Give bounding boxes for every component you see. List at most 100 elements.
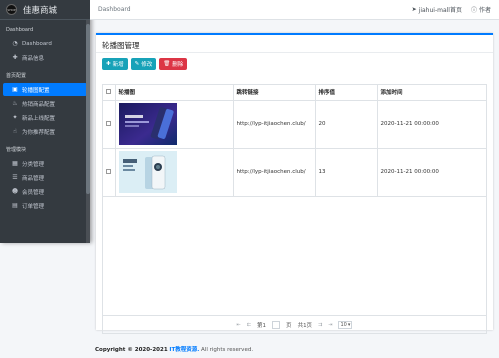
carousel-image-1 <box>118 103 177 145</box>
grid-icon: ▦ <box>12 159 18 167</box>
time-cell: 2020-11-21 00:00:00 <box>377 100 486 149</box>
star-icon: ✦ <box>12 113 18 121</box>
row-select-cell[interactable] <box>103 100 116 149</box>
sidebar-section-management: 管理模块 <box>6 147 27 153</box>
header-links: ➤ jiahui-mall首页 ⓘ 作者 <box>412 5 491 14</box>
next-page-icon[interactable]: ⇉ <box>318 322 322 328</box>
sidebar-item-label: 会员管理 <box>22 189 45 196</box>
order-icon: ▤ <box>12 201 18 209</box>
sidebar-item-label: 分类管理 <box>22 161 45 168</box>
prev-page-icon[interactable]: ⇇ <box>247 322 251 328</box>
sidebar-scrollbar-thumb[interactable] <box>86 24 90 194</box>
trash-icon: 🗑 <box>163 61 171 67</box>
last-page-icon[interactable]: ⇥ <box>328 322 332 328</box>
brand-name: 佳惠商城 <box>23 5 58 16</box>
send-icon: ➤ <box>411 6 417 13</box>
sidebar-section-home-config: 首页配置 <box>6 73 27 79</box>
mall-home-link[interactable]: ➤ jiahui-mall首页 <box>412 5 462 14</box>
col-sort: 排序值 <box>315 85 378 101</box>
plus-icon: ✚ <box>12 53 18 61</box>
thumbs-up-icon: ☝ <box>13 127 17 135</box>
col-image: 轮播图 <box>115 85 234 101</box>
edit-button-label: 修改 <box>141 62 153 68</box>
link-cell: http://lyp-itjiaochen.club/ <box>233 148 316 197</box>
sidebar-item-dashboard[interactable]: ◔ Dashboard <box>3 37 87 50</box>
sidebar-section-dashboard: Dashboard <box>6 27 34 33</box>
footer-copyright: Copyright © 2020-2021 <box>95 347 168 353</box>
row-checkbox[interactable] <box>106 120 111 126</box>
top-header: Dashboard ➤ jiahui-mall首页 ⓘ 作者 <box>90 0 499 20</box>
carousel-card: 轮播图管理 ✚ 新增 ✎ 修改 🗑 删除 轮播图 跳转链接 排序值 添加时间 h… <box>96 33 493 334</box>
author-link[interactable]: ⓘ 作者 <box>471 5 491 14</box>
row-select-cell[interactable] <box>103 148 116 197</box>
page-suffix: 页 <box>286 322 292 329</box>
page-size-value: 10 <box>340 321 347 328</box>
edit-icon: ✎ <box>134 61 140 67</box>
breadcrumb[interactable]: Dashboard <box>98 6 131 13</box>
first-page-icon[interactable]: ⇤ <box>237 322 241 328</box>
sidebar-item-hot-goods-config[interactable]: ♨ 热销商品配置 <box>3 97 87 110</box>
page-prefix: 第1 <box>257 322 267 329</box>
list-icon: ☰ <box>12 173 18 181</box>
chevron-down-icon: ▾ <box>347 321 351 328</box>
sort-cell: 20 <box>315 100 378 149</box>
image-icon: ▣ <box>12 85 18 93</box>
delete-button[interactable]: 🗑 删除 <box>159 58 188 70</box>
add-button-label: 新增 <box>112 62 124 68</box>
sidebar-item-new-goods-config[interactable]: ✦ 新品上线配置 <box>3 111 87 124</box>
sidebar-item-members[interactable]: ☻ 会员管理 <box>3 185 87 198</box>
sidebar-item-goods[interactable]: ☰ 商品管理 <box>3 171 87 184</box>
card-title: 轮播图管理 <box>96 35 493 53</box>
footer-rights: All rights reserved. <box>201 347 254 353</box>
author-label: 作者 <box>478 7 491 14</box>
carousel-image-cell <box>115 100 234 149</box>
page-size-select[interactable]: 10 ▾ <box>338 320 353 329</box>
brand-logo: SHOP <box>6 4 17 15</box>
dashboard-icon: ◔ <box>12 39 18 47</box>
carousel-image-2 <box>118 151 177 193</box>
sidebar-item-label: 热销商品配置 <box>22 101 56 108</box>
delete-button-label: 删除 <box>172 62 184 68</box>
sidebar-item-goods-info[interactable]: ✚ 商品信息 <box>3 51 87 64</box>
sidebar-item-carousel-config[interactable]: ▣ 轮播图配置 <box>3 83 87 96</box>
time-cell: 2020-11-21 00:00:00 <box>377 148 486 197</box>
fire-icon: ♨ <box>12 99 18 107</box>
plus-icon: ✚ <box>106 61 111 67</box>
table-header-row: 轮播图 跳转链接 排序值 添加时间 <box>103 85 486 101</box>
carousel-image-cell <box>115 148 234 197</box>
info-icon: ⓘ <box>470 7 477 14</box>
brand[interactable]: SHOP 佳惠商城 <box>0 0 90 20</box>
brand-logo-text: SHOP <box>7 7 16 12</box>
table-row[interactable]: http://lyp-itjiaochen.club/ 20 2020-11-2… <box>103 100 486 149</box>
table-row[interactable]: http://lyp-itjiaochen.club/ 13 2020-11-2… <box>103 148 486 197</box>
page-input[interactable] <box>272 320 281 329</box>
edit-button[interactable]: ✎ 修改 <box>130 58 157 70</box>
mall-home-label: jiahui-mall首页 <box>418 7 462 14</box>
sidebar-item-label: 新品上线配置 <box>22 115 56 122</box>
footer-site-link[interactable]: IT教程资源. <box>169 347 199 353</box>
sidebar-item-label: 订单管理 <box>22 203 45 210</box>
sidebar-item-label: 轮播图配置 <box>22 87 50 94</box>
footer: Copyright © 2020-2021 IT教程资源. All rights… <box>95 345 253 353</box>
link-cell: http://lyp-itjiaochen.club/ <box>233 100 316 149</box>
sidebar-item-label: Dashboard <box>22 40 52 47</box>
select-all-checkbox[interactable] <box>106 88 111 94</box>
sidebar-item-label: 商品信息 <box>22 55 45 62</box>
sidebar-item-label: 为你推荐配置 <box>22 129 56 136</box>
total-pages: 共1页 <box>297 322 313 329</box>
col-time: 添加时间 <box>377 85 486 101</box>
row-checkbox[interactable] <box>106 168 111 174</box>
sidebar-item-category[interactable]: ▦ 分类管理 <box>3 157 87 170</box>
pagination: ⇤ ⇇ 第1 页 共1页 ⇉ ⇥ 10 ▾ <box>103 315 486 333</box>
sort-cell: 13 <box>315 148 378 197</box>
sidebar-item-label: 商品管理 <box>22 175 45 182</box>
add-button[interactable]: ✚ 新增 <box>102 58 128 70</box>
sidebar-item-orders[interactable]: ▤ 订单管理 <box>3 199 87 212</box>
carousel-table: 轮播图 跳转链接 排序值 添加时间 http://lyp-itjiaochen.… <box>102 84 487 334</box>
select-all-cell[interactable] <box>103 85 116 101</box>
sidebar-item-recommend-config[interactable]: ☝ 为你推荐配置 <box>3 125 87 138</box>
col-link: 跳转链接 <box>233 85 316 101</box>
users-icon: ☻ <box>11 187 19 195</box>
toolbar: ✚ 新增 ✎ 修改 🗑 删除 <box>96 53 493 75</box>
sidebar: SHOP 佳惠商城 Dashboard ◔ Dashboard ✚ 商品信息 首… <box>0 0 90 243</box>
